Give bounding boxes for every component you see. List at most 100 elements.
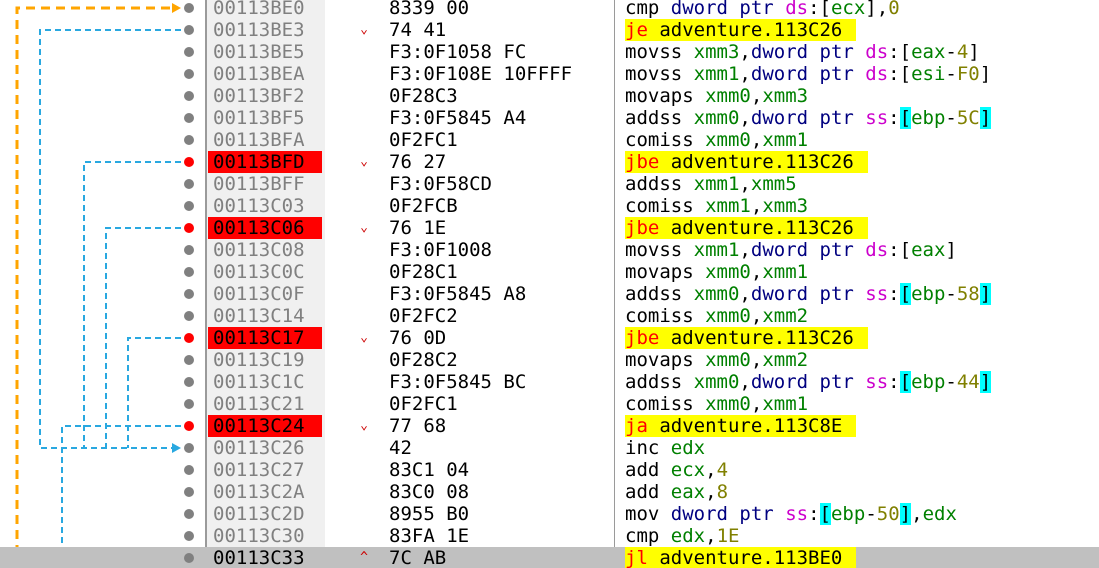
disassembly-view[interactable]: 00113BE0 8339 00 cmp dword ptr ds:[ecx],0 0… — [0, 0, 1099, 568]
instruction-row[interactable]: 00113C06 ⌄ 76 1E jbe adventure.113C26 — [0, 217, 1099, 239]
breakpoint-toggle[interactable] — [184, 311, 194, 321]
instruction-row[interactable]: 00113BE0 8339 00 cmp dword ptr ds:[ecx],0 — [0, 0, 1099, 19]
breakpoint-toggle[interactable] — [184, 443, 194, 453]
instruction-token: movss — [625, 239, 683, 261]
breakpoint-toggle[interactable] — [184, 553, 194, 563]
instruction-row[interactable]: 00113C26 42 inc edx — [0, 437, 1099, 459]
breakpoint-toggle[interactable] — [184, 91, 194, 101]
instruction-token: movss — [625, 63, 683, 85]
instruction-token — [682, 63, 693, 85]
instruction-token: jl — [625, 547, 648, 568]
instruction-token: ds — [865, 63, 889, 85]
instruction-row[interactable]: 00113C0F F3:0F5845 A8 addss xmm0,dword ptr… — [0, 283, 1099, 305]
instruction-row[interactable]: 00113BFF F3:0F58CD addss xmm1,xmm5 — [0, 173, 1099, 195]
instruction-row[interactable]: 00113C1C F3:0F5845 BC addss xmm0,dword ptr… — [0, 371, 1099, 393]
instruction-token: , — [739, 173, 751, 195]
instruction-token: xmm1 — [762, 129, 809, 151]
instruction-address: 00113C30 — [213, 525, 305, 547]
breakpoint-toggle[interactable] — [184, 201, 194, 211]
instruction-bytes: 83C0 08 — [389, 481, 470, 503]
instruction-row[interactable]: 00113C2A 83C0 08 add eax,8 — [0, 481, 1099, 503]
instruction-row[interactable]: 00113C08 F3:0F1008 movss xmm1,dword ptr ds… — [0, 239, 1099, 261]
instruction-row[interactable]: 00113BE3 ⌄ 74 41 je adventure.113C26 — [0, 19, 1099, 41]
instruction-text: movss xmm1,dword ptr ds:[esi-F0] — [625, 63, 991, 85]
instruction-token: :[ — [888, 239, 912, 261]
breakpoint-toggle[interactable] — [184, 179, 194, 189]
instruction-bytes: 0F2FC2 — [389, 305, 458, 327]
instruction-token: edx — [670, 525, 706, 547]
instruction-token: 8 — [716, 481, 729, 503]
instruction-row[interactable]: 00113C30 83FA 1E cmp edx,1E — [0, 525, 1099, 547]
instruction-token: xmm0 — [705, 393, 751, 415]
breakpoint-toggle[interactable] — [184, 135, 194, 145]
instruction-row[interactable]: 00113BF5 F3:0F5845 A4 addss xmm0,dword ptr… — [0, 107, 1099, 129]
instruction-token: ss — [785, 503, 809, 525]
breakpoint-toggle[interactable] — [184, 399, 194, 409]
instruction-row[interactable]: 00113C27 83C1 04 add ecx,4 — [0, 459, 1099, 481]
instruction-row[interactable]: 00113C03 0F2FCB comiss xmm1,xmm3 — [0, 195, 1099, 217]
instruction-token: :[ — [888, 63, 912, 85]
instruction-token: addss — [625, 371, 683, 393]
instruction-token: movaps — [625, 85, 694, 107]
instruction-token: : — [888, 283, 900, 305]
instruction-row[interactable]: 00113BEA F3:0F108E 10FFFF movss xmm1,dword… — [0, 63, 1099, 85]
instruction-token: [ — [899, 283, 912, 305]
instruction-token: edx — [922, 503, 957, 525]
breakpoint-toggle[interactable] — [184, 289, 194, 299]
instruction-token — [854, 239, 865, 261]
instruction-bytes: 0F28C1 — [389, 261, 458, 283]
breakpoint-toggle[interactable] — [184, 487, 194, 497]
instruction-token: dword ptr — [670, 503, 774, 525]
instruction-row[interactable]: 00113C19 0F28C2 movaps xmm0,xmm2 — [0, 349, 1099, 371]
instruction-token: , — [739, 283, 751, 305]
instruction-token: xmm0 — [705, 349, 751, 371]
instruction-bytes: 42 — [389, 437, 412, 459]
breakpoint-toggle[interactable] — [184, 245, 194, 255]
instruction-token: 50 — [876, 503, 900, 525]
instruction-row[interactable]: 00113C24 ⌄ 77 68 ja adventure.113C8E — [0, 415, 1099, 437]
breakpoint-toggle[interactable] — [184, 355, 194, 365]
instruction-row[interactable]: 00113C14 0F2FC2 comiss xmm0,xmm2 — [0, 305, 1099, 327]
instruction-row[interactable]: 00113C21 0F2FC1 comiss xmm0,xmm1 — [0, 393, 1099, 415]
breakpoint-toggle[interactable] — [184, 3, 194, 13]
instruction-token: 44 — [956, 371, 980, 393]
instruction-token: : — [808, 503, 820, 525]
jump-down-icon: ⌄ — [360, 154, 368, 169]
breakpoint-dot[interactable] — [184, 421, 194, 431]
instruction-bytes: F3:0F5845 A8 — [389, 283, 527, 305]
instruction-token: movaps — [625, 349, 694, 371]
instruction-row[interactable]: 00113BFA 0F2FC1 comiss xmm0,xmm1 — [0, 129, 1099, 151]
instruction-token: , — [739, 107, 751, 129]
breakpoint-toggle[interactable] — [184, 377, 194, 387]
instruction-bytes: 0F2FCB — [389, 195, 458, 217]
instruction-bytes: 77 68 — [389, 415, 447, 437]
instruction-token: xmm1 — [762, 261, 809, 283]
breakpoint-toggle[interactable] — [184, 69, 194, 79]
breakpoint-dot[interactable] — [184, 333, 194, 343]
instruction-token: ] — [979, 63, 992, 85]
instruction-row[interactable]: 00113BE5 F3:0F1058 FC movss xmm3,dword ptr… — [0, 41, 1099, 63]
instruction-row[interactable]: 00113BFD ⌄ 76 27 jbe adventure.113C26 — [0, 151, 1099, 173]
instruction-token: ss — [865, 107, 889, 129]
instruction-address: 00113C1C — [213, 371, 305, 393]
instruction-bytes: F3:0F5845 BC — [389, 371, 527, 393]
instruction-token: esi — [911, 63, 946, 85]
instruction-bytes: 7C AB — [389, 547, 447, 568]
breakpoint-toggle[interactable] — [184, 25, 194, 35]
instruction-token: ds — [865, 239, 889, 261]
breakpoint-toggle[interactable] — [184, 113, 194, 123]
instruction-row[interactable]: 00113C0C 0F28C1 movaps xmm0,xmm1 — [0, 261, 1099, 283]
breakpoint-toggle[interactable] — [184, 465, 194, 475]
instruction-token: eax — [911, 41, 946, 63]
instruction-row[interactable]: 00113C17 ⌄ 76 0D jbe adventure.113C26 — [0, 327, 1099, 349]
breakpoint-toggle[interactable] — [184, 267, 194, 277]
instruction-row[interactable]: 00113BF2 0F28C3 movaps xmm0,xmm3 — [0, 85, 1099, 107]
breakpoint-toggle[interactable] — [184, 509, 194, 519]
instruction-token: ss — [865, 283, 889, 305]
breakpoint-toggle[interactable] — [184, 531, 194, 541]
breakpoint-dot[interactable] — [184, 157, 194, 167]
breakpoint-toggle[interactable] — [184, 47, 194, 57]
instruction-row[interactable]: 00113C2D 8955 B0 mov dword ptr ss:[ebp-50]… — [0, 503, 1099, 525]
instruction-row[interactable]: 00113C33 ^ 7C AB jl adventure.113BE0 — [0, 547, 1099, 568]
breakpoint-dot[interactable] — [184, 223, 194, 233]
